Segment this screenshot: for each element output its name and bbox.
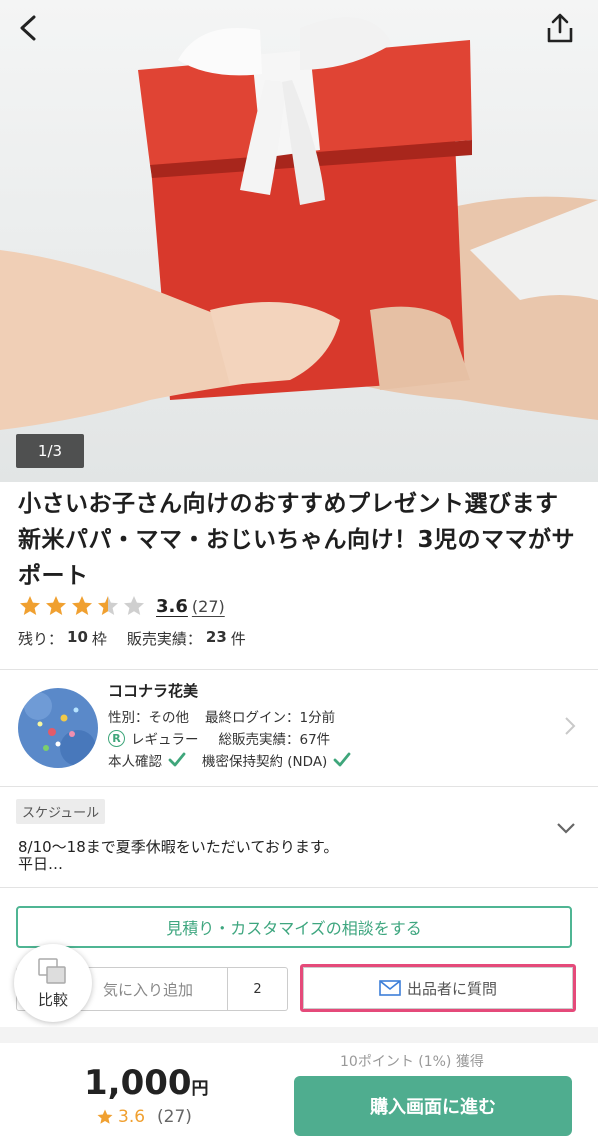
favorite-count: 2 bbox=[228, 967, 288, 1011]
schedule-text: 8/10〜18まで夏季休暇をいただいております。 平日… bbox=[18, 838, 339, 873]
star-full-icon bbox=[46, 596, 66, 615]
schedule-tag: スケジュール bbox=[16, 799, 106, 824]
sales-unit: 件 bbox=[230, 630, 246, 648]
schedule-section[interactable]: スケジュール 8/10〜18まで夏季休暇をいただいております。 平日… bbox=[0, 787, 598, 887]
seller-last-login: 最終ログイン：1分前 bbox=[205, 710, 336, 726]
check-icon bbox=[333, 752, 351, 767]
rating-stars bbox=[18, 594, 146, 618]
image-counter: 1/3 bbox=[16, 434, 84, 468]
chevron-down-icon[interactable] bbox=[556, 821, 576, 835]
rating-row[interactable]: 3.6 (27) bbox=[18, 592, 225, 620]
star-full-icon bbox=[72, 596, 92, 615]
stock-unit: 枠 bbox=[91, 630, 107, 648]
rating-count[interactable]: (27) bbox=[192, 597, 225, 616]
chevron-left-icon bbox=[20, 15, 36, 41]
bottom-rating: 3.6 (27) bbox=[96, 1107, 192, 1127]
service-title: 小さいお子さん向けのおすすめプレゼント選びます 新米パパ・ママ・おじいちゃん向け… bbox=[18, 491, 576, 589]
share-button[interactable] bbox=[538, 6, 582, 50]
section-separator bbox=[0, 1027, 598, 1043]
bottom-rating-count: (27) bbox=[157, 1107, 192, 1127]
stock-label: 残り： bbox=[18, 630, 64, 648]
points-text: 10ポイント (1%) 獲得 bbox=[340, 1054, 484, 1070]
stock-value: 10 bbox=[67, 628, 88, 646]
share-icon bbox=[547, 13, 573, 43]
seller-rank-line: R レギュラー 総販売実績：67件 bbox=[108, 728, 330, 748]
star-half-icon bbox=[98, 596, 118, 615]
nda-verified: 機密保持契約 (NDA) bbox=[202, 754, 328, 770]
bottom-rating-value: 3.6 bbox=[118, 1107, 146, 1127]
regular-badge-icon: R bbox=[108, 729, 125, 747]
price-value: 1,000 bbox=[84, 1063, 192, 1103]
star-full-icon bbox=[20, 596, 40, 615]
mail-icon bbox=[379, 980, 401, 996]
ask-seller-button[interactable]: 出品者に質問 bbox=[300, 964, 576, 1012]
ask-seller-label: 出品者に質問 bbox=[406, 979, 497, 998]
seller-rank: レギュラー bbox=[131, 732, 199, 748]
seller-name: ココナラ花美 bbox=[108, 682, 199, 700]
compare-icon bbox=[38, 957, 66, 984]
star-empty-icon bbox=[124, 596, 144, 615]
star-icon bbox=[97, 1109, 113, 1124]
bottom-purchase-bar: 10ポイント (1%) 獲得 1,000円 3.6 (27) 購入画面に進む bbox=[0, 1043, 598, 1140]
seller-avatar bbox=[18, 688, 98, 768]
proceed-to-purchase-button[interactable]: 購入画面に進む bbox=[294, 1076, 572, 1136]
rating-value[interactable]: 3.6 bbox=[156, 596, 188, 617]
sales-value: 23 bbox=[205, 628, 227, 646]
back-button[interactable] bbox=[8, 8, 48, 48]
seller-total-sales: 総販売実績：67件 bbox=[218, 732, 331, 748]
sales-label: 販売実績： bbox=[126, 630, 202, 648]
price: 1,000円 bbox=[84, 1063, 209, 1103]
stock-row: 残り： 10 枠 販売実績： 23 件 bbox=[18, 628, 246, 649]
hero-image[interactable]: 1/3 bbox=[0, 0, 598, 482]
compare-label: 比較 bbox=[37, 990, 68, 1009]
gift-photo bbox=[0, 0, 598, 482]
seller-verify-line: 本人確認 機密保持契約 (NDA) bbox=[108, 750, 351, 770]
divider bbox=[0, 887, 598, 888]
compare-button[interactable]: 比較 bbox=[14, 944, 92, 1022]
seller-profile-line: 性別：その他 最終ログイン：1分前 bbox=[108, 706, 335, 726]
seller-gender: 性別：その他 bbox=[108, 710, 189, 726]
identity-verified: 本人確認 bbox=[108, 754, 162, 770]
price-unit: 円 bbox=[191, 1079, 209, 1099]
check-icon bbox=[168, 752, 186, 767]
favorite-label: 気に入り追加 bbox=[102, 980, 193, 999]
seller-card[interactable]: ココナラ花美 性別：その他 最終ログイン：1分前 R レギュラー 総販売実績：6… bbox=[0, 670, 598, 786]
chevron-right-icon bbox=[565, 717, 576, 735]
estimate-consult-button[interactable]: 見積り・カスタマイズの相談をする bbox=[16, 906, 572, 948]
